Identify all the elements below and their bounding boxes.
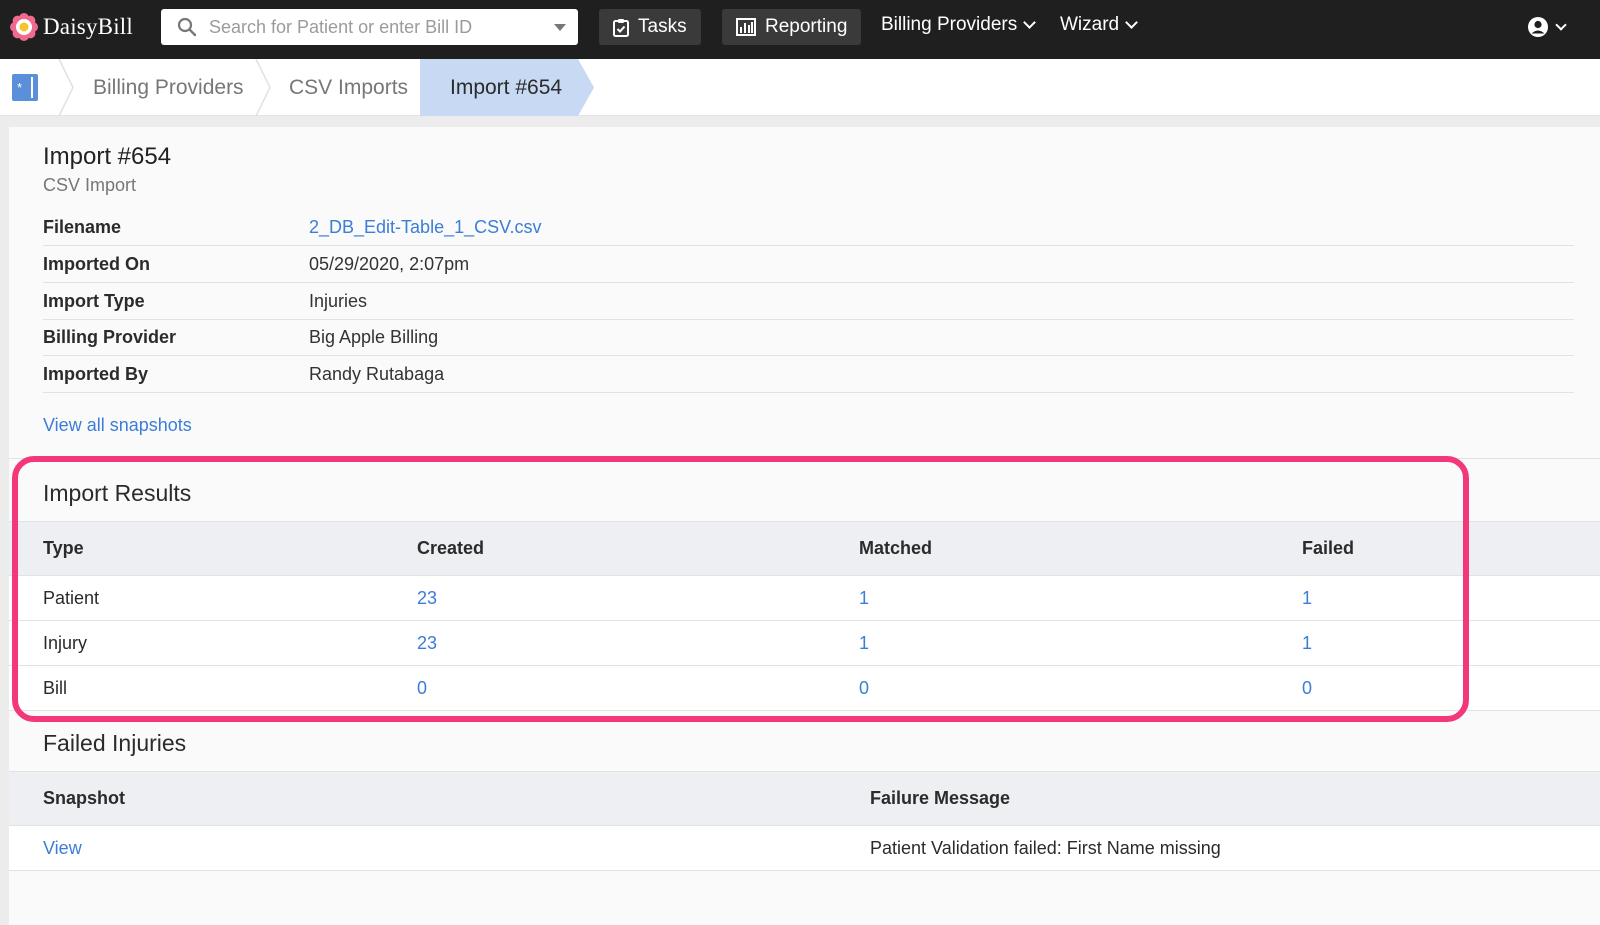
tasks-label: Tasks xyxy=(638,16,687,37)
chevron-down-icon xyxy=(1555,18,1567,31)
matched-count-link[interactable]: 0 xyxy=(859,666,869,710)
daisy-logo-icon xyxy=(10,13,38,41)
breadcrumb-label: Billing Providers xyxy=(93,75,244,99)
search-box xyxy=(161,9,578,45)
type-cell: Patient xyxy=(43,587,100,608)
detail-label: Filename xyxy=(43,216,122,237)
detail-value: Big Apple Billing xyxy=(309,326,439,347)
breadcrumb-current: Import #654 xyxy=(450,59,562,116)
provider-card-icon: * xyxy=(17,77,33,98)
app-logo[interactable]: DaisyBill xyxy=(9,11,133,43)
reporting-button[interactable]: Reporting xyxy=(722,9,862,45)
wizard-label: Wizard xyxy=(1060,14,1120,35)
chevron-down-icon xyxy=(1125,16,1138,29)
failed-count-link[interactable]: 1 xyxy=(1302,621,1312,665)
wizard-menu[interactable]: Wizard xyxy=(1060,14,1138,36)
table-row: View Patient Validation failed: First Na… xyxy=(9,826,1600,871)
bar-chart-icon xyxy=(736,18,756,36)
failed-injuries-title: Failed Injuries xyxy=(43,730,187,756)
failed-count-link[interactable]: 0 xyxy=(1302,666,1312,710)
detail-row-imported-by: Imported By Randy Rutabaga xyxy=(43,356,1574,393)
created-count-link[interactable]: 23 xyxy=(417,576,437,620)
detail-value: Injuries xyxy=(309,290,368,311)
search-icon xyxy=(177,17,197,37)
breadcrumb-csv-imports[interactable]: CSV Imports xyxy=(289,59,408,116)
view-snapshot-link[interactable]: View xyxy=(43,826,82,870)
detail-row-import-type: Import Type Injuries xyxy=(43,283,1574,320)
detail-label: Billing Provider xyxy=(43,326,177,347)
column-header: Type xyxy=(43,538,84,558)
view-all-snapshots-link[interactable]: View all snapshots xyxy=(43,415,192,436)
user-avatar-icon xyxy=(1528,17,1548,37)
app-name: DaisyBill xyxy=(43,14,133,39)
user-menu[interactable] xyxy=(1527,16,1567,38)
breadcrumb-separator-icon xyxy=(58,59,74,116)
created-count-link[interactable]: 23 xyxy=(417,621,437,665)
chevron-down-icon xyxy=(1023,16,1037,29)
billing-providers-menu[interactable]: Billing Providers xyxy=(881,14,1037,36)
filename-link[interactable]: 2_DB_Edit-Table_1_CSV.csv xyxy=(309,217,541,238)
detail-label: Import Type xyxy=(43,290,145,311)
breadcrumb-label: CSV Imports xyxy=(289,75,409,99)
column-header: Failure Message xyxy=(870,788,1011,808)
table-row: Patient 23 1 1 xyxy=(9,576,1600,621)
search-input[interactable] xyxy=(209,16,539,38)
divider xyxy=(9,458,1600,459)
detail-row-billing-provider: Billing Provider Big Apple Billing xyxy=(43,319,1574,356)
column-header: Matched xyxy=(859,538,933,558)
table-row: Bill 0 0 0 xyxy=(9,666,1600,711)
failure-message: Patient Validation failed: First Name mi… xyxy=(870,837,1221,858)
tasks-button[interactable]: Tasks xyxy=(599,9,701,45)
import-detail-card: Import #654 CSV Import Filename 2_DB_Edi… xyxy=(9,127,1600,925)
failed-count-link[interactable]: 1 xyxy=(1302,576,1312,620)
column-header: Failed xyxy=(1302,538,1355,558)
table-row: Injury 23 1 1 xyxy=(9,621,1600,666)
svg-text:*: * xyxy=(17,80,22,95)
page-subtitle: CSV Import xyxy=(43,175,137,195)
column-header: Snapshot xyxy=(43,788,126,808)
detail-value: Randy Rutabaga xyxy=(309,363,445,384)
type-cell: Bill xyxy=(43,677,68,698)
breadcrumb-label: Import #654 xyxy=(450,75,563,99)
breadcrumb-separator-icon xyxy=(255,59,271,116)
failed-table-header: Snapshot Failure Message xyxy=(9,771,1600,826)
detail-value: 05/29/2020, 2:07pm xyxy=(309,253,470,274)
matched-count-link[interactable]: 1 xyxy=(859,621,869,665)
breadcrumb-home-icon[interactable]: * xyxy=(12,74,38,101)
breadcrumb: * Billing Providers CSV Imports Import #… xyxy=(0,59,1600,116)
detail-row-imported-on: Imported On 05/29/2020, 2:07pm xyxy=(43,246,1574,283)
breadcrumb-billing-providers[interactable]: Billing Providers xyxy=(93,59,244,116)
type-cell: Injury xyxy=(43,632,88,653)
detail-row-filename: Filename 2_DB_Edit-Table_1_CSV.csv xyxy=(43,209,1574,246)
billing-providers-label: Billing Providers xyxy=(881,14,1018,35)
matched-count-link[interactable]: 1 xyxy=(859,576,869,620)
results-table-header: Type Created Matched Failed xyxy=(9,521,1600,576)
import-results-title: Import Results xyxy=(43,480,192,506)
page-title: Import #654 xyxy=(43,143,172,170)
detail-label: Imported On xyxy=(43,253,150,274)
column-header: Created xyxy=(417,538,485,558)
search-dropdown-caret-icon[interactable] xyxy=(554,24,566,31)
reporting-label: Reporting xyxy=(765,16,848,37)
created-count-link[interactable]: 0 xyxy=(417,666,427,710)
clipboard-check-icon xyxy=(613,18,629,37)
top-nav-bar: DaisyBill Tasks Reporting Billing Provid… xyxy=(0,0,1600,59)
detail-label: Imported By xyxy=(43,363,149,384)
